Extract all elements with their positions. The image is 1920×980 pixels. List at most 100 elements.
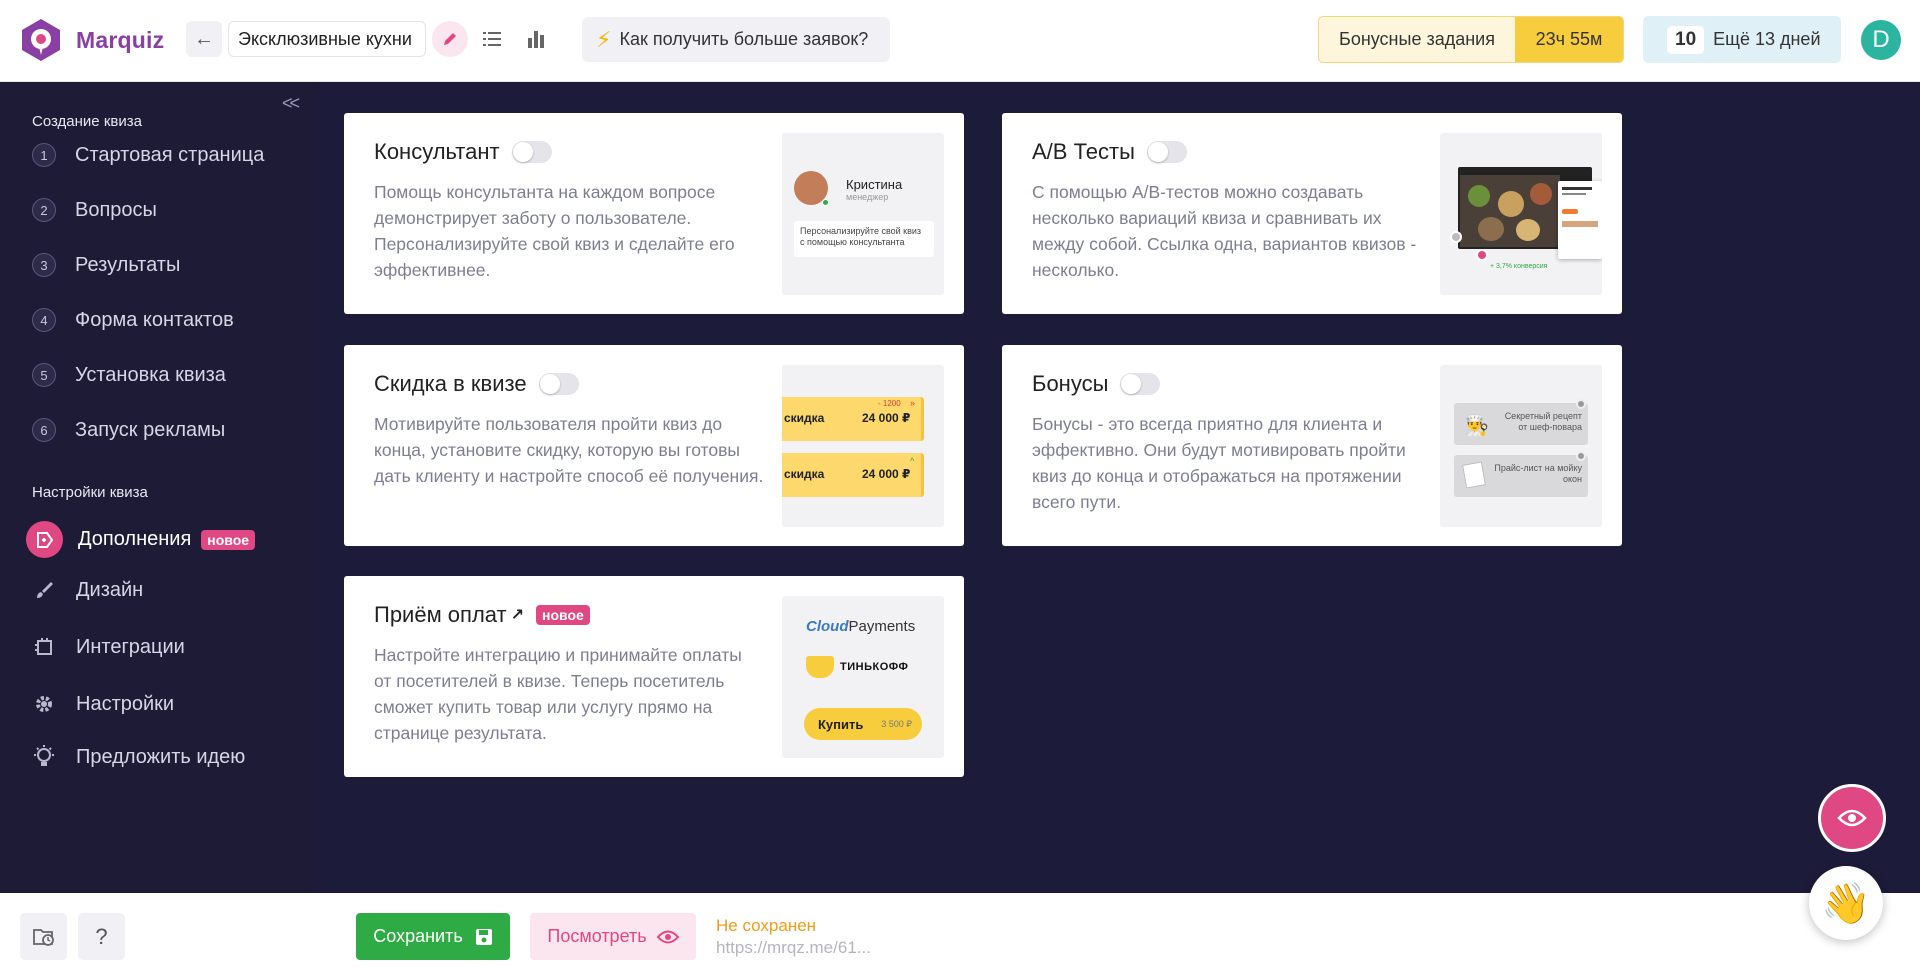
card-title-text: Приём оплат (374, 602, 507, 627)
card-description: Мотивируйте пользователя пройти квиз до … (374, 414, 764, 486)
discount-amount: 24 000 ₽ (862, 467, 911, 481)
stats-button[interactable] (518, 21, 554, 57)
card-title-text: Бонусы (1032, 371, 1109, 396)
card-title: A/B Тесты (1032, 139, 1187, 165)
chevron-up-icon: ^ (910, 456, 915, 466)
history-button[interactable] (20, 913, 67, 960)
preview-fab[interactable] (1818, 784, 1886, 852)
chevron-down-icon: » (910, 398, 916, 408)
step-label: Стартовая страница (75, 143, 265, 166)
online-dot (822, 199, 829, 206)
document-icon (1462, 461, 1486, 489)
integrations-icon (32, 635, 56, 659)
discount-bar: скидка 24 000 ₽ ^ (782, 453, 924, 497)
bonus-item: 👨‍🍳 Секретный рецепт от шеф-повара (1454, 399, 1588, 445)
bonuses-preview: 👨‍🍳 Секретный рецепт от шеф-повара Прайс… (1440, 365, 1602, 527)
questions-list-button[interactable] (474, 21, 510, 57)
payments-word: Payments (848, 618, 916, 635)
save-label: Сохранить (373, 926, 463, 946)
bonus-text: Секретный рецепт от шеф-повара (1504, 411, 1582, 432)
chat-widget-button[interactable]: 👋 (1809, 866, 1883, 940)
buy-price: 3 500 ₽ (881, 718, 912, 729)
discount-amount: 24 000 ₽ (862, 411, 911, 425)
sidebar-step-results[interactable]: 3 Результаты (32, 253, 180, 277)
sidebar-step-ads[interactable]: 6 Запуск рекламы (32, 418, 225, 442)
step-label: Установка квиза (75, 363, 226, 386)
logo[interactable]: Marquiz (18, 17, 164, 63)
addon-card-payments[interactable]: Приём оплат ↗ новое Настройте интеграцию… (344, 576, 964, 777)
bonus-tasks-label: Бонусные задания (1339, 29, 1495, 49)
sidebar-item-integrations[interactable]: Интеграции (32, 635, 185, 659)
edit-button[interactable] (432, 21, 468, 57)
help-button[interactable]: ? (78, 913, 125, 960)
trial-label: Ещё 13 дней (1713, 29, 1821, 49)
consultant-preview: Кристина менеджер Персонализируйте свой … (782, 133, 944, 295)
step-number: 1 (32, 143, 56, 167)
sidebar-item-label: Интеграции (76, 635, 185, 658)
cloudpayments-logo: Cloud Payments (806, 618, 915, 635)
consultant-toggle[interactable] (511, 141, 552, 163)
quiz-name-input[interactable]: Эксклюзивные кухни (228, 21, 426, 57)
chef-icon: 👨‍🍳 (1464, 415, 1489, 437)
card-description: Помощь консультанта на каждом вопросе де… (374, 182, 735, 280)
sidebar-step-questions[interactable]: 2 Вопросы (32, 198, 157, 222)
sidebar-item-settings[interactable]: Настройки (32, 692, 174, 716)
sidebar-item-label: Предложить идею (76, 745, 246, 768)
lightning-icon: ⚡ (596, 26, 612, 52)
quiz-link[interactable]: https://mrqz.me/61... (716, 938, 871, 958)
card-title: Консультант (374, 139, 552, 165)
lightbulb-icon (32, 745, 56, 769)
card-description: С помощью A/B-тестов можно создавать нес… (1032, 182, 1417, 280)
tinkoff-logo: ТИНЬКОФФ (806, 656, 908, 678)
step-number: 2 (32, 198, 56, 222)
step-label: Запуск рекламы (75, 418, 226, 441)
step-number: 4 (32, 308, 56, 332)
discount-label: скидка (784, 411, 825, 425)
sidebar-step-start[interactable]: 1 Стартовая страница (32, 143, 264, 167)
new-badge: новое (536, 605, 590, 625)
consultant-name: Кристина (846, 177, 903, 192)
card-title: Приём оплат ↗ новое (374, 602, 590, 628)
step-number: 3 (32, 253, 56, 277)
discount-toggle[interactable] (538, 373, 579, 395)
sidebar-step-contact-form[interactable]: 4 Форма контактов (32, 308, 234, 332)
ab-tests-toggle[interactable] (1146, 141, 1187, 163)
bonus-tasks-button[interactable]: Бонусные задания 23ч 55м (1318, 16, 1624, 63)
new-badge: новое (201, 529, 256, 550)
bonus-item: Прайс-лист на мойку окон (1454, 451, 1588, 497)
bank-shield-icon (806, 656, 834, 678)
addons-icon (26, 521, 63, 558)
sidebar-item-design[interactable]: Дизайн (32, 578, 143, 602)
cloud-word: Cloud (806, 618, 849, 635)
sidebar-item-suggest-idea[interactable]: Предложить идею (32, 745, 245, 769)
addon-card-discount: Скидка в квизе Мотивируйте пользователя … (344, 345, 964, 546)
bar-chart-icon (528, 31, 544, 48)
step-label: Результаты (75, 253, 181, 276)
sidebar-item-addons[interactable]: Дополнения новое (26, 521, 256, 558)
howto-label: Как получить больше заявок? (619, 29, 869, 49)
sidebar-step-install[interactable]: 5 Установка квиза (32, 363, 226, 387)
sidebar-item-label: Дизайн (76, 578, 144, 601)
card-title-text: Скидка в квизе (374, 371, 527, 396)
eye-icon (1837, 809, 1867, 827)
brush-icon (32, 578, 56, 602)
trial-status[interactable]: 10 Ещё 13 дней (1643, 16, 1841, 63)
discount-delta: - 1200 (878, 399, 901, 408)
user-avatar[interactable]: D (1861, 20, 1901, 60)
howto-button[interactable]: ⚡ Как получить больше заявок? (582, 17, 890, 62)
ab-tests-preview: + 3,7% конверсия (1440, 133, 1602, 295)
collapse-sidebar-icon[interactable]: << (282, 93, 300, 114)
bonus-timer: 23ч 55м (1515, 17, 1623, 62)
preview-button[interactable]: Посмотреть (530, 913, 696, 960)
addon-card-ab-tests: A/B Тесты С помощью A/B-тестов можно соз… (1002, 113, 1622, 314)
marquiz-logo-icon (22, 19, 60, 61)
save-button[interactable]: Сохранить (356, 913, 510, 960)
bonuses-toggle[interactable] (1120, 373, 1161, 395)
addon-card-bonuses: Бонусы Бонусы - это всегда приятно для к… (1002, 345, 1622, 546)
back-button[interactable]: ← (186, 21, 222, 57)
card-title: Скидка в квизе (374, 371, 579, 397)
ab-variant-b (1558, 181, 1602, 259)
discount-preview: скидка 24 000 ₽ - 1200 » скидка 24 000 ₽… (782, 365, 944, 527)
addon-card-consultant: Консультант Помощь консультанта на каждо… (344, 113, 964, 314)
variant-b-dot (1476, 249, 1488, 261)
